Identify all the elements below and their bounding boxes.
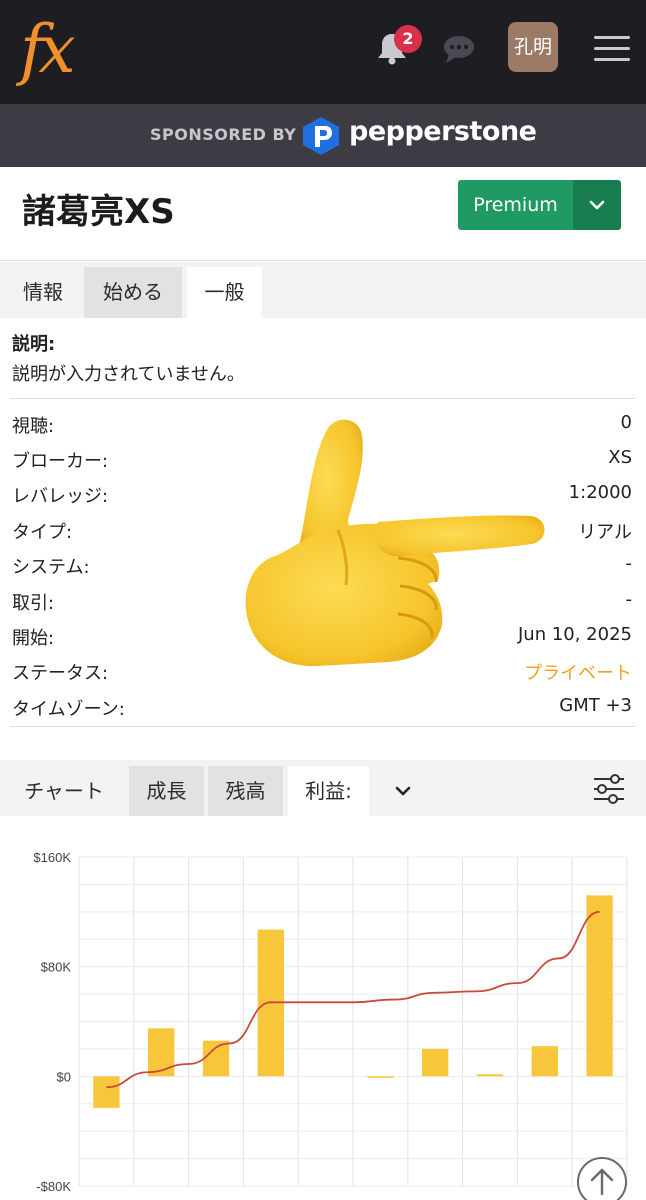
pepperstone-logo-icon	[303, 117, 339, 155]
info-key: 開始:	[12, 628, 55, 649]
premium-dropdown-button[interactable]	[573, 180, 621, 230]
page-title: 諸葛亮XS	[22, 192, 175, 232]
profit-chart: $160K $80K $0 -$80K	[33, 850, 628, 1194]
chart-title: チャート	[24, 779, 104, 803]
chart-bar	[93, 1076, 120, 1108]
tab-balance[interactable]: 残高	[208, 766, 283, 816]
pointing-hand-icon	[245, 419, 545, 667]
info-key: 取引:	[12, 593, 55, 614]
tab-start[interactable]: 始める	[84, 267, 182, 318]
premium-button[interactable]: Premium	[458, 180, 573, 230]
y-tick-label: $80K	[41, 960, 72, 975]
chat-icon[interactable]	[440, 30, 478, 68]
info-key: タイムゾーン:	[12, 699, 125, 720]
description-label: 説明:	[12, 334, 56, 355]
info-key: ブローカー:	[12, 451, 109, 472]
info-value: XS	[608, 447, 632, 468]
chart-bar	[148, 1028, 175, 1077]
site-logo[interactable]: fx	[20, 2, 100, 98]
y-tick-label: $160K	[33, 850, 71, 865]
info-key: システム:	[12, 557, 90, 578]
divider	[10, 726, 636, 727]
y-tick-label: -$80K	[36, 1179, 71, 1194]
info-value: -	[625, 589, 633, 610]
info-key: ステータス:	[12, 663, 109, 684]
chevron-down-icon	[589, 200, 605, 210]
filter-sliders-icon[interactable]	[592, 772, 626, 806]
tab-info[interactable]: 情報	[8, 267, 78, 318]
info-key: タイプ:	[12, 522, 73, 543]
chart-bar	[202, 1040, 230, 1077]
tab-profit[interactable]: 利益:	[288, 766, 369, 816]
chevron-down-icon[interactable]	[390, 778, 416, 804]
chart-bar	[422, 1048, 449, 1077]
top-navbar: fx 2 孔明	[0, 0, 646, 104]
info-key: 視聴:	[12, 416, 55, 437]
info-row-timezone: タイムゾーン: GMT +3	[12, 695, 632, 725]
chart-bar	[367, 1076, 394, 1078]
info-value: GMT +3	[559, 695, 632, 716]
avatar[interactable]: 孔明	[508, 22, 558, 72]
description-text: 説明が入力されていません。	[12, 364, 245, 385]
tab-growth[interactable]: 成長	[129, 766, 204, 816]
y-tick-label: $0	[57, 1069, 71, 1084]
tab-general[interactable]: 一般	[187, 267, 262, 318]
info-value: 1:2000	[568, 482, 632, 503]
info-key: レバレッジ:	[12, 486, 109, 507]
scroll-top-button[interactable]	[576, 1156, 628, 1200]
menu-icon[interactable]	[594, 36, 630, 64]
chart-bar	[531, 1046, 558, 1077]
info-value: 0	[620, 412, 632, 433]
notification-badge: 2	[394, 25, 422, 53]
sponsor-brand: pepperstone	[349, 116, 537, 147]
divider	[0, 260, 646, 261]
chart-bar	[476, 1074, 504, 1077]
sponsor-label: SPONSORED BY	[150, 125, 297, 144]
info-value: -	[625, 553, 633, 574]
chart-bar	[586, 895, 613, 1077]
divider	[10, 398, 636, 399]
info-value: リアル	[578, 522, 632, 543]
